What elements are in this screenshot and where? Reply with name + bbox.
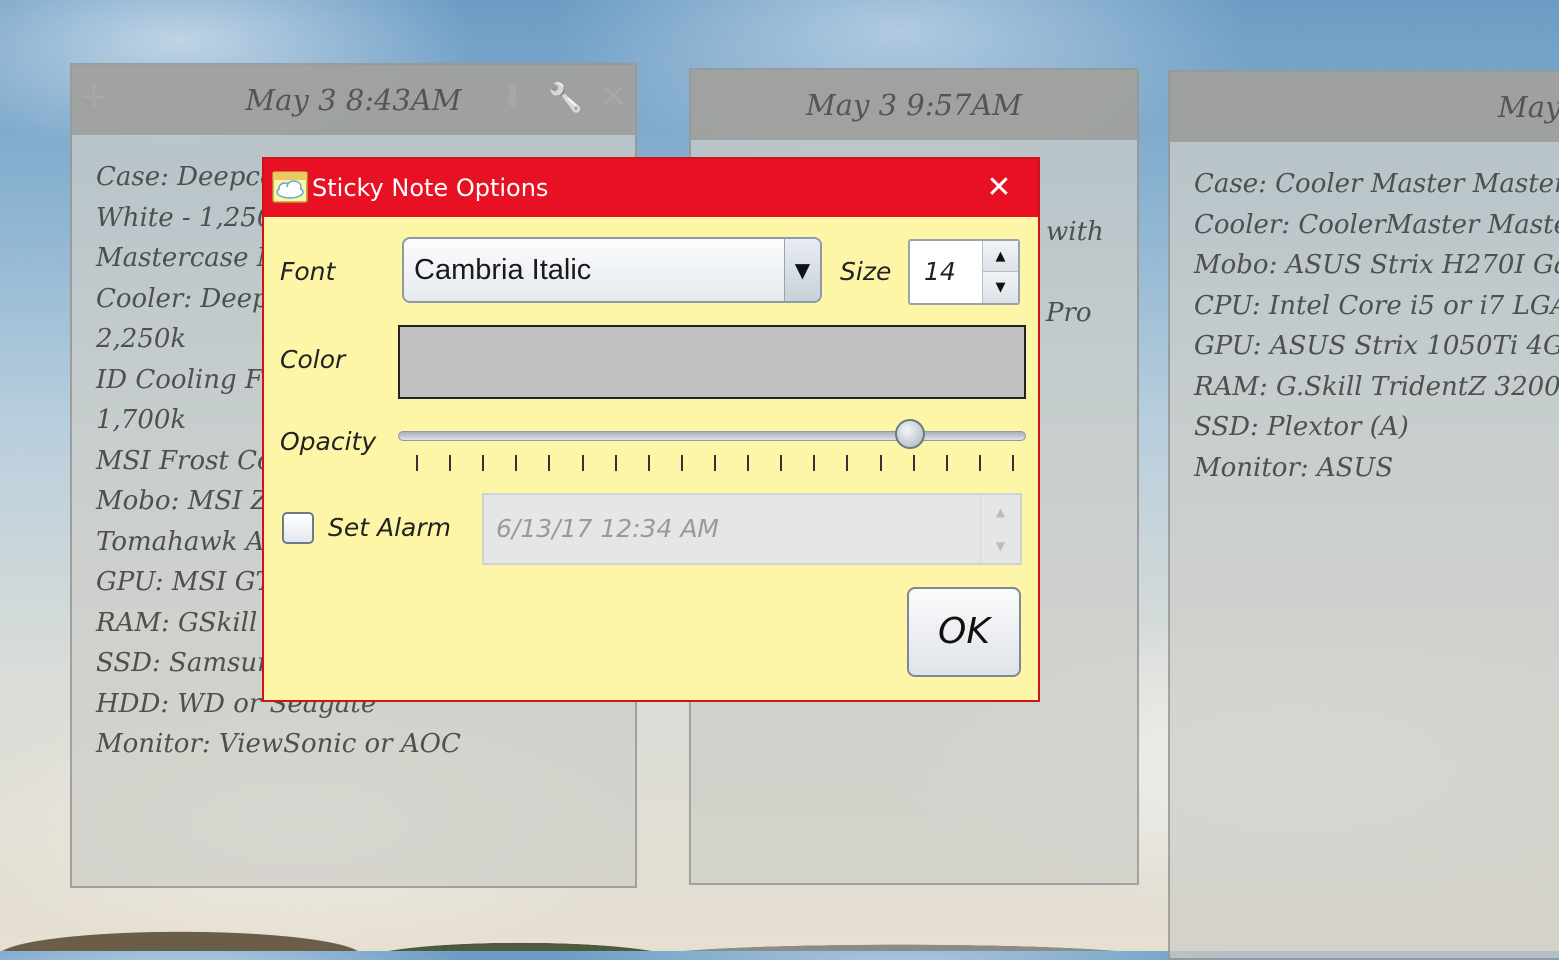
note-line: Cooler: CoolerMaster Master — [1194, 209, 1559, 240]
note-line — [1046, 253, 1137, 293]
opacity-tick — [680, 455, 683, 471]
note-header[interactable]: May — [1170, 72, 1559, 142]
note-line: Monitor: ASUS — [1194, 452, 1394, 483]
opacity-slider-thumb[interactable] — [894, 419, 925, 449]
note-title: May — [1498, 90, 1559, 124]
note-line: Case: Cooler Master MasterB — [1194, 169, 1559, 199]
font-dropdown-value: Cambria Italic — [414, 254, 592, 286]
opacity-tick — [614, 455, 617, 471]
opacity-tick — [780, 455, 783, 471]
note-header[interactable]: + May 3 8:43AM ⬇ 🔧 ✕ — [72, 65, 635, 135]
opacity-tick — [449, 455, 452, 471]
dropdown-arrow-icon[interactable]: ▼ — [784, 239, 820, 301]
set-alarm-checkbox[interactable] — [282, 512, 314, 544]
close-icon[interactable]: ✕ — [600, 61, 627, 131]
note-line: GPU: ASUS Strix 1050Ti 4G O — [1194, 331, 1559, 361]
alarm-datetime-value: 6/13/17 12:34 AM — [496, 514, 719, 543]
opacity-tick — [945, 455, 948, 471]
opacity-tick — [912, 455, 915, 471]
color-label: Color — [280, 345, 346, 374]
opacity-tick — [846, 455, 849, 471]
note-line: Mobo: ASUS Strix H270I Gam — [1194, 250, 1559, 280]
opacity-tick — [581, 455, 584, 471]
sticky-note-3[interactable]: May Case: Cooler Master MasterB Cooler: C… — [1168, 70, 1559, 960]
size-spinner[interactable]: 14 ▲ ▼ — [908, 239, 1020, 305]
down-arrow-icon[interactable]: ⬇ — [500, 63, 525, 133]
opacity-tick — [978, 455, 981, 471]
color-swatch[interactable] — [398, 325, 1026, 399]
font-dropdown[interactable]: Cambria Italic ▼ — [402, 237, 822, 303]
font-label: Font — [280, 257, 336, 286]
note-line: SSD: Plextor (A) — [1194, 412, 1409, 442]
opacity-slider-track[interactable] — [398, 431, 1026, 441]
sticky-note-cloud-icon — [272, 171, 308, 203]
wrench-icon[interactable]: 🔧 — [548, 63, 583, 133]
note-title: May 3 8:43AM — [245, 83, 462, 117]
dialog-titlebar[interactable]: Sticky Note Options ✕ — [264, 159, 1038, 217]
note-line: Monitor: ViewSonic or AOC — [96, 729, 461, 759]
note-body[interactable]: Case: Cooler Master MasterB Cooler: Coole… — [1170, 142, 1559, 488]
note-header[interactable]: May 3 9:57AM — [691, 70, 1137, 140]
opacity-tick — [416, 455, 418, 471]
opacity-tick — [548, 455, 551, 471]
note-line: with — [1046, 217, 1104, 247]
size-increment-button[interactable]: ▲ — [982, 241, 1018, 272]
opacity-ticks — [416, 455, 1014, 471]
sticky-note-options-dialog: Sticky Note Options ✕ Font Cambria Itali… — [262, 157, 1040, 702]
dialog-close-button[interactable]: ✕ — [960, 159, 1038, 217]
note-line: RAM: G.Skill TridentZ 3200 ( — [1194, 371, 1559, 402]
opacity-label: Opacity — [280, 427, 377, 456]
alarm-increment-button: ▲ — [980, 495, 1020, 529]
note-line: Pro — [1046, 297, 1092, 328]
dialog-title: Sticky Note Options — [312, 174, 549, 202]
opacity-tick — [482, 455, 485, 471]
size-decrement-button[interactable]: ▼ — [982, 272, 1018, 303]
opacity-tick — [515, 455, 518, 471]
opacity-tick — [647, 455, 650, 471]
opacity-tick — [879, 455, 882, 471]
alarm-datetime-field: 6/13/17 12:34 AM ▲ ▼ — [482, 493, 1022, 565]
note-line — [1046, 192, 1137, 212]
opacity-tick — [813, 455, 816, 471]
ok-button[interactable]: OK — [907, 587, 1021, 677]
size-label: Size — [840, 257, 892, 286]
opacity-tick — [747, 455, 750, 471]
set-alarm-label[interactable]: Set Alarm — [328, 513, 451, 542]
size-value[interactable]: 14 — [924, 241, 956, 303]
note-line: CPU: Intel Core i5 or i7 LGA1 — [1194, 290, 1559, 321]
add-note-icon[interactable]: + — [78, 61, 110, 131]
alarm-decrement-button: ▼ — [980, 529, 1020, 563]
note-title: May 3 9:57AM — [805, 88, 1022, 122]
opacity-tick — [1012, 455, 1014, 471]
opacity-tick — [714, 455, 716, 471]
